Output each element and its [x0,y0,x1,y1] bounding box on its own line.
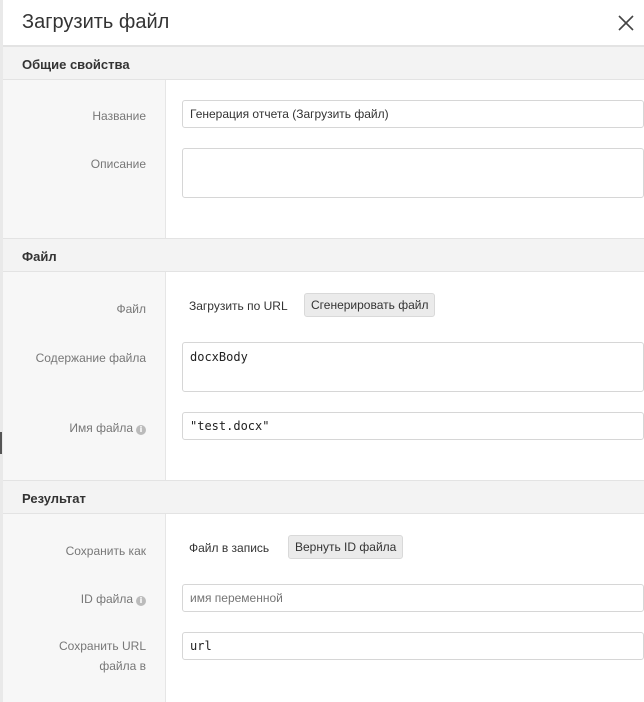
info-icon[interactable]: i [136,596,146,606]
filename-label: Имя файла i [69,421,146,435]
info-icon[interactable]: i [136,425,146,435]
filename-input[interactable]: "test.docx" [182,412,644,440]
resize-handle[interactable] [0,432,2,454]
section-general-title: Общие свойства [22,57,130,72]
return-file-id-button[interactable]: Вернуть ID файла [288,535,404,559]
section-general-body: Название Генерация отчета (Загрузить фай… [3,80,644,238]
option-upload-by-url[interactable]: Загрузить по URL [189,299,288,313]
generate-file-button[interactable]: Сгенерировать файл [304,293,436,317]
section-result-body: Сохранить как Файл в запись Вернуть ID ф… [3,514,644,702]
close-icon[interactable] [617,14,635,32]
section-general-header: Общие свойства [3,46,644,80]
file-id-input[interactable] [182,584,644,612]
save-url-input[interactable]: url [182,632,644,660]
option-save-to-record[interactable]: Файл в запись [189,541,269,555]
description-label: Описание [90,157,146,171]
save-as-label: Сохранить как [65,544,146,558]
name-label: Название [92,109,146,123]
file-id-label: ID файла i [81,592,146,606]
filename-label-text: Имя файла [69,421,133,435]
save-url-label: Сохранить URL файла в [59,639,146,673]
file-content-textarea[interactable]: docxBody [182,342,644,392]
section-file-title: Файл [22,249,57,264]
file-id-label-text: ID файла [80,592,133,606]
section-result-title: Результат [22,491,86,506]
section-file-header: Файл [3,238,644,272]
section-file-body: Файл Загрузить по URL Сгенерировать файл… [3,272,644,480]
file-content-label: Содержание файла [35,351,146,365]
description-textarea[interactable] [182,148,644,198]
dialog-header: Загрузить файл [3,0,644,46]
file-label: Файл [116,302,146,316]
name-input[interactable]: Генерация отчета (Загрузить файл) [182,100,644,128]
dialog-title: Загрузить файл [22,11,170,33]
section-result-header: Результат [3,480,644,514]
